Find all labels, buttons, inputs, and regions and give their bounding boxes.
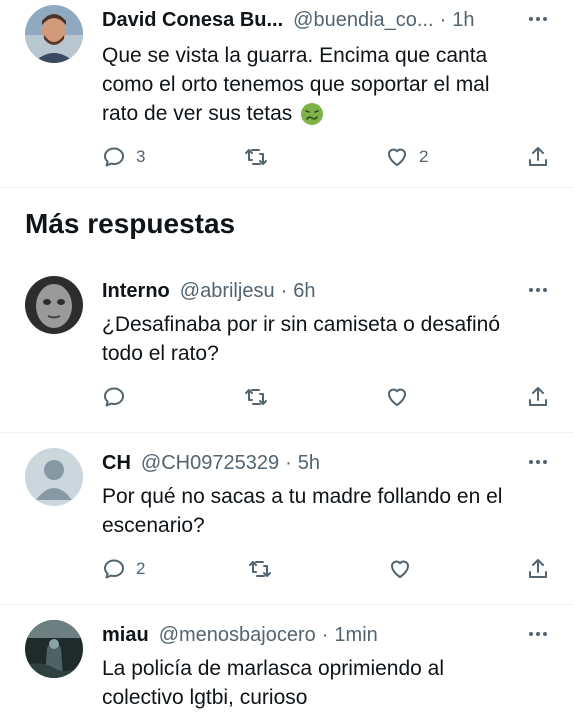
timestamp[interactable]: 1min bbox=[334, 624, 377, 647]
timestamp[interactable]: 1h bbox=[452, 9, 474, 32]
reply-button[interactable]: 3 bbox=[102, 145, 145, 169]
more-options-icon[interactable] bbox=[526, 280, 550, 300]
retweet-button[interactable] bbox=[244, 385, 278, 409]
tweet-text-line: ¿Desafinaba por ir sin camiseta o desafi… bbox=[102, 313, 501, 336]
tweet-header: Interno @abriljesu · 6h bbox=[102, 276, 554, 306]
tweet-text-line: todo el rato? bbox=[102, 342, 219, 365]
more-options-icon[interactable] bbox=[526, 9, 550, 29]
user-handle[interactable]: @buendia_co... bbox=[293, 9, 433, 32]
avatar[interactable] bbox=[25, 448, 83, 506]
tweet-text: La policía de marlasca oprimiendo al col… bbox=[102, 654, 542, 712]
display-name[interactable]: David Conesa Bu... bbox=[102, 9, 283, 32]
more-options-icon[interactable] bbox=[526, 452, 550, 472]
divider bbox=[0, 187, 574, 188]
user-handle[interactable]: @menosbajocero bbox=[159, 624, 316, 647]
like-button[interactable]: 2 bbox=[385, 145, 428, 169]
avatar[interactable] bbox=[25, 5, 83, 63]
reply-icon bbox=[104, 559, 124, 579]
separator: · bbox=[280, 279, 288, 302]
reply-icon bbox=[104, 147, 124, 167]
share-button[interactable] bbox=[526, 145, 550, 169]
tweet-text-line: como el orto tenemos que soportar el mal bbox=[102, 73, 490, 96]
share-icon bbox=[529, 387, 547, 406]
tweet-header: miau @menosbajocero · 1min bbox=[102, 620, 554, 650]
divider bbox=[0, 432, 574, 433]
reply-button[interactable] bbox=[102, 385, 136, 409]
reply-count: 2 bbox=[136, 559, 146, 578]
tweet-actions: 2 bbox=[102, 557, 550, 585]
like-count: 2 bbox=[419, 147, 429, 166]
tweet-text: Por qué no sacas a tu madre follando en … bbox=[102, 482, 542, 540]
retweet-icon bbox=[249, 561, 271, 577]
section-title: Más respuestas bbox=[25, 208, 236, 239]
display-name[interactable]: Interno bbox=[102, 280, 170, 303]
avatar[interactable] bbox=[25, 276, 83, 334]
share-icon bbox=[529, 147, 547, 166]
tweet-text-line: Que se vista la guarra. Encima que canta bbox=[102, 44, 488, 67]
tweet-actions: 3 2 bbox=[102, 145, 550, 173]
avatar[interactable] bbox=[25, 620, 83, 678]
user-handle[interactable]: @CH09725329 bbox=[141, 452, 279, 475]
tweet-text-line: colectivo lgtbi, curioso bbox=[102, 686, 308, 709]
retweet-button[interactable] bbox=[244, 145, 278, 169]
retweet-icon bbox=[245, 389, 267, 405]
display-name[interactable]: CH bbox=[102, 452, 131, 475]
tweet-text-fragment: rato de ver sus tetas bbox=[102, 102, 293, 125]
tweet-text: Que se vista la guarra. Encima que canta… bbox=[102, 41, 542, 128]
user-handle[interactable]: @abriljesu bbox=[180, 280, 275, 303]
separator: · bbox=[439, 8, 447, 31]
like-button[interactable] bbox=[388, 557, 422, 581]
tweet-header: CH @CH09725329 · 5h bbox=[102, 448, 554, 478]
heart-icon bbox=[391, 560, 409, 578]
share-button[interactable] bbox=[526, 557, 550, 581]
share-button[interactable] bbox=[526, 385, 550, 409]
divider bbox=[0, 604, 574, 605]
tweet-header: David Conesa Bu... @buendia_co... · 1h bbox=[102, 5, 554, 35]
tweet-text: ¿Desafinaba por ir sin camiseta o desafi… bbox=[102, 310, 542, 368]
tweet-actions bbox=[102, 385, 550, 413]
separator: · bbox=[321, 623, 329, 646]
timestamp[interactable]: 6h bbox=[293, 280, 315, 303]
reply-button[interactable]: 2 bbox=[102, 557, 145, 581]
reply-icon bbox=[104, 387, 124, 407]
heart-icon bbox=[388, 388, 406, 406]
tweet-text-line: escenario? bbox=[102, 514, 205, 537]
heart-icon bbox=[388, 148, 406, 166]
reply-count: 3 bbox=[136, 147, 146, 166]
like-button[interactable] bbox=[385, 385, 419, 409]
display-name[interactable]: miau bbox=[102, 624, 149, 647]
more-options-icon[interactable] bbox=[526, 624, 550, 644]
share-icon bbox=[529, 559, 547, 578]
tweet-text-line: rato de ver sus tetas bbox=[102, 99, 542, 128]
nauseated-face-icon bbox=[301, 102, 324, 125]
timestamp[interactable]: 5h bbox=[298, 452, 320, 475]
tweet-text-line: Por qué no sacas a tu madre follando en … bbox=[102, 485, 503, 508]
retweet-button[interactable] bbox=[248, 557, 282, 581]
tweet-text-line: La policía de marlasca oprimiendo al bbox=[102, 657, 445, 680]
retweet-icon bbox=[245, 149, 267, 165]
separator: · bbox=[285, 451, 292, 474]
